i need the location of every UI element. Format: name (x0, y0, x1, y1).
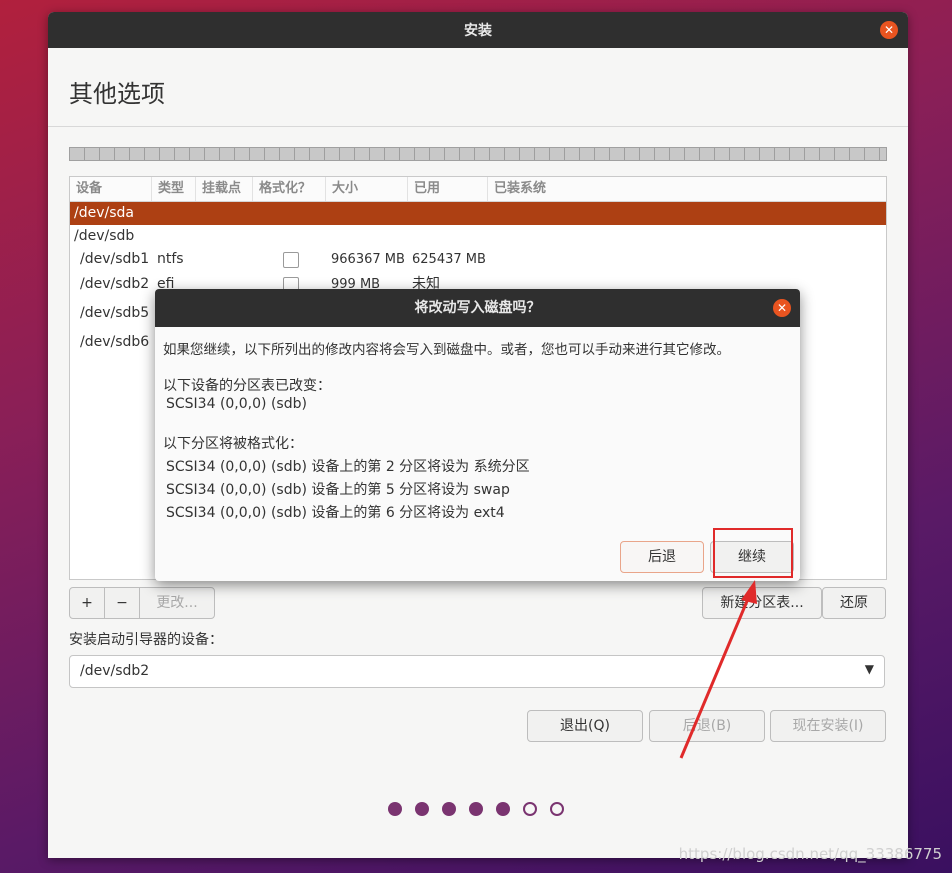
annotation-arrow (679, 580, 757, 759)
watermark-text: https://blog.csdn.net/qq_33386775 (678, 845, 942, 863)
arrow-head (741, 580, 757, 604)
arrow-shaft (679, 593, 752, 759)
